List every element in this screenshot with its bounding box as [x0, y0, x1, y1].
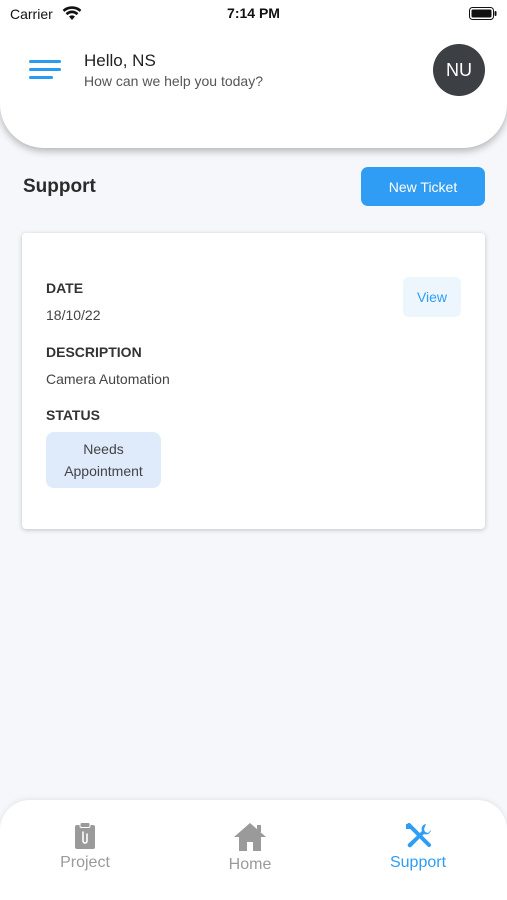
status-label: STATUS: [46, 407, 100, 423]
description-label: DESCRIPTION: [46, 344, 142, 360]
nav-label-home: Home: [228, 856, 272, 873]
tools-icon: [406, 823, 431, 848]
date-value: 18/10/22: [46, 307, 101, 323]
subgreeting-text: How can we help you today?: [84, 73, 263, 89]
avatar[interactable]: NU: [433, 44, 485, 96]
description-value: Camera Automation: [46, 371, 170, 387]
ticket-card: DATE 18/10/22 View DESCRIPTION Camera Au…: [22, 233, 485, 529]
nav-item-project[interactable]: Project: [30, 822, 140, 872]
date-label: DATE: [46, 280, 84, 296]
clock: 7:14 PM: [227, 5, 280, 21]
clipboard-icon: [75, 822, 95, 849]
status-badge: Needs Appointment: [46, 432, 161, 488]
bottom-navigation: Project Home Support: [0, 800, 507, 900]
new-ticket-button[interactable]: New Ticket: [361, 167, 485, 206]
view-ticket-button[interactable]: View: [403, 277, 461, 317]
battery-icon: [469, 7, 497, 20]
page-title: Support: [23, 176, 96, 197]
nav-label-support: Support: [389, 854, 447, 871]
home-icon: [234, 823, 266, 851]
hamburger-menu-icon[interactable]: [29, 58, 63, 82]
status-bar: Carrier 7:14 PM: [0, 0, 507, 28]
nav-label-project: Project: [60, 854, 110, 871]
nav-item-home[interactable]: Home: [195, 822, 305, 874]
greeting-text: Hello, NS: [84, 51, 156, 70]
nav-item-support[interactable]: Support: [363, 822, 473, 872]
